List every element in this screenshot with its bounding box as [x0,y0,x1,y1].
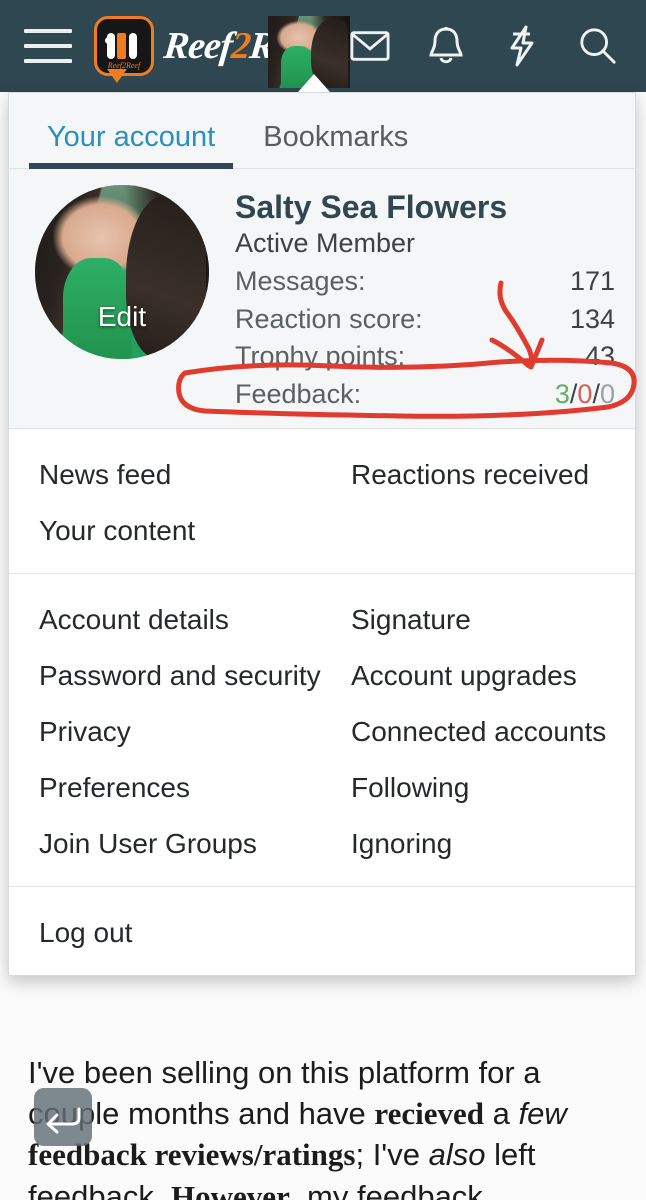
logo-word-left: Reef [161,25,234,67]
menu-item-account-details[interactable]: Account details [39,592,351,648]
menu-item-reactions-received[interactable]: Reactions received [351,447,635,503]
hamburger-bar [24,44,72,48]
profile-info: Salty Sea Flowers Active Member Messages… [209,185,615,414]
bell-icon[interactable] [426,26,466,66]
menu-item-log-out[interactable]: Log out [39,905,351,961]
dropdown-caret [298,74,330,92]
lightning-icon[interactable] [502,25,542,67]
menu-row: Preferences Following [9,760,635,816]
avatar[interactable]: Edit [35,185,209,359]
stat-reaction-score: Reaction score: 134 [235,301,615,339]
stat-trophy-points-value: 43 [584,341,615,372]
menu-item-empty [351,905,635,961]
stat-trophy-points-label: Trophy points: [235,341,406,372]
logo-mini-text: Reef2Reef [107,61,141,70]
avatar-edit-label[interactable]: Edit [35,301,209,333]
speech-bubble-tail [107,69,127,83]
stat-feedback: Feedback: 3/0/0 [235,376,615,414]
profile-summary: Edit Salty Sea Flowers Active Member Mes… [9,169,635,429]
menu-group-content: News feed Reactions received Your conten… [9,429,635,573]
feedback-positive: 3 [554,379,570,410]
tab-your-account-label: Your account [47,121,216,153]
stat-messages: Messages: 171 [235,263,615,301]
stat-messages-value: 171 [569,265,615,296]
menu-row: Privacy Connected accounts [9,704,635,760]
menu-group-session: Log out [9,885,635,975]
feedback-separator: / [592,379,600,410]
menu-item-account-upgrades[interactable]: Account upgrades [351,648,635,704]
menu-group-settings: Account details Signature Password and s… [9,572,635,886]
menu-item-privacy[interactable]: Privacy [39,704,351,760]
stat-reaction-score-label: Reaction score: [235,303,423,334]
menu-item-connected-accounts[interactable]: Connected accounts [351,704,635,760]
hamburger-bar [24,59,72,63]
menu-item-password-and-security[interactable]: Password and security [39,648,351,704]
reef2reef-fish-icon: Reef2Reef [94,16,154,83]
menu-item-your-content[interactable]: Your content [39,503,351,559]
menu-row: Password and security Account upgrades [9,648,635,704]
stat-messages-label: Messages: [235,265,366,296]
tab-bookmarks[interactable]: Bookmarks [245,121,426,168]
stat-feedback-value: 3/0/0 [555,376,615,414]
search-icon[interactable] [578,26,618,66]
menu-item-signature[interactable]: Signature [351,592,635,648]
post-body-text: I've been selling on this platform for a… [28,1055,567,1200]
header-icon-group [350,0,632,92]
mail-icon[interactable] [350,26,390,66]
menu-row: Join User Groups Ignoring [9,816,635,872]
feedback-neutral: 0 [599,379,615,410]
tab-bookmarks-label: Bookmarks [263,121,409,153]
menu-row: Your content [9,503,635,559]
profile-username: Salty Sea Flowers [235,189,508,225]
stat-feedback-label: Feedback: [235,379,362,410]
stat-trophy-points: Trophy points: 43 [235,338,615,376]
hamburger-icon[interactable] [24,29,72,63]
menu-item-join-user-groups[interactable]: Join User Groups [39,816,351,872]
menu-row: News feed Reactions received [9,447,635,503]
menu-item-empty [351,503,635,559]
screen: Reef2Reef Reef2Reef Your a [0,0,646,1200]
tab-your-account[interactable]: Your account [29,121,234,169]
feedback-negative: 0 [577,379,593,410]
hamburger-bar [24,29,72,33]
menu-row: Log out [9,905,635,961]
menu-item-news-feed[interactable]: News feed [39,447,351,503]
profile-user-title: Active Member [235,227,416,258]
account-dropdown-panel: Your account Bookmarks Edit Salty Sea Fl… [8,92,636,976]
stat-reaction-score-value: 134 [569,303,615,334]
menu-row: Account details Signature [9,592,635,648]
menu-item-following[interactable]: Following [351,760,635,816]
menu-item-ignoring[interactable]: Ignoring [351,816,635,872]
menu-item-preferences[interactable]: Preferences [39,760,351,816]
back-arrow-icon[interactable] [34,1088,92,1146]
clownfish-glyph [105,33,143,59]
dropdown-tabs: Your account Bookmarks [9,93,635,169]
